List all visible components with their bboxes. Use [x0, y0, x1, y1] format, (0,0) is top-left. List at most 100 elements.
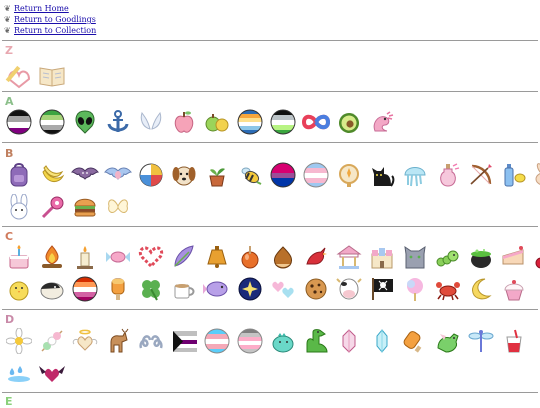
apples-green-yellow-icon[interactable]	[202, 107, 232, 137]
section-b-row-1	[4, 160, 540, 190]
potion-bottle-icon[interactable]	[433, 160, 463, 190]
bunny-face-icon[interactable]	[4, 192, 34, 222]
dango-icon[interactable]	[37, 326, 67, 356]
bi-flag-orb-icon[interactable]	[268, 160, 298, 190]
red-cardinal-icon[interactable]	[301, 242, 331, 272]
bow-arrow-icon[interactable]	[466, 160, 496, 190]
magic-mirror-icon[interactable]	[334, 160, 364, 190]
deer-icon[interactable]	[103, 326, 133, 356]
black-cat-icon[interactable]	[367, 160, 397, 190]
apple-pink-icon[interactable]	[169, 107, 199, 137]
ace-flag-orb-icon[interactable]	[4, 107, 34, 137]
cowbell-icon[interactable]	[202, 242, 232, 272]
candy-apple-icon[interactable]	[235, 242, 265, 272]
section-c-row-1	[4, 242, 540, 272]
castle-icon[interactable]	[367, 242, 397, 272]
cherries-icon[interactable]	[532, 242, 540, 272]
nav-row-goodlings: ❦ Return to Goodlings	[4, 15, 96, 25]
agender-flag-orb-icon[interactable]	[235, 107, 265, 137]
butterfly-wings-icon[interactable]	[103, 192, 133, 222]
divider	[2, 142, 538, 143]
demi-flag-heart-icon[interactable]	[169, 326, 199, 356]
cookie-icon[interactable]	[301, 274, 331, 304]
return-home-link[interactable]: Return Home	[14, 4, 69, 14]
water-drops-icon[interactable]	[4, 358, 34, 388]
daisy-icon[interactable]	[4, 326, 34, 356]
beach-ball-icon[interactable]	[136, 160, 166, 190]
aromantic-flag-orb-icon[interactable]	[268, 107, 298, 137]
open-book-icon[interactable]	[37, 60, 67, 90]
section-d-row-1	[4, 326, 532, 356]
dino-teal-icon[interactable]	[268, 326, 298, 356]
section-d-row-2	[4, 358, 70, 388]
gem-pink-icon[interactable]	[334, 326, 364, 356]
anchor-icon[interactable]	[103, 107, 133, 137]
birthday-cake-icon[interactable]	[4, 242, 34, 272]
clover-icon[interactable]	[136, 274, 166, 304]
demigirl-flag-orb-icon[interactable]	[235, 326, 265, 356]
cauldron-icon[interactable]	[466, 242, 496, 272]
gem-blue-icon[interactable]	[367, 326, 397, 356]
heart-wings-dark-icon[interactable]	[37, 358, 67, 388]
cosmic-orb-icon[interactable]	[235, 274, 265, 304]
aro-flag-orb-icon[interactable]	[37, 107, 67, 137]
bunny-sleeping-icon[interactable]	[532, 160, 540, 190]
dino-green-icon[interactable]	[301, 326, 331, 356]
chickadee-icon[interactable]	[37, 274, 67, 304]
hearts-pastel-icon[interactable]	[268, 274, 298, 304]
nav-links: ❦ Return Home ❦ Return to Goodlings ❦ Re…	[4, 4, 96, 37]
trans-flag-orb-icon[interactable]	[202, 326, 232, 356]
section-letter-c: C	[5, 230, 14, 243]
coffee-cup-icon[interactable]	[169, 274, 199, 304]
ice-pop-icon[interactable]	[103, 274, 133, 304]
jellyfish-icon[interactable]	[400, 160, 430, 190]
burger-icon[interactable]	[70, 192, 100, 222]
crab-icon[interactable]	[433, 274, 463, 304]
chick-icon[interactable]	[4, 274, 34, 304]
ice-pop-orange-icon[interactable]	[400, 326, 430, 356]
section-z-row	[4, 60, 70, 90]
pirate-flag-icon[interactable]	[367, 274, 397, 304]
candle-icon[interactable]	[70, 242, 100, 272]
crescent-moon-icon[interactable]	[466, 274, 496, 304]
chestnut-icon[interactable]	[268, 242, 298, 272]
angel-wings-icon[interactable]	[136, 107, 166, 137]
axolotl-icon[interactable]	[367, 107, 397, 137]
feather-quill-icon[interactable]	[169, 242, 199, 272]
carousel-icon[interactable]	[334, 242, 364, 272]
infinity-rainbow-icon[interactable]	[301, 107, 331, 137]
cotton-candy-icon[interactable]	[400, 274, 430, 304]
dragonfly-icon[interactable]	[466, 326, 496, 356]
cupcake-icon[interactable]	[499, 274, 529, 304]
curly-ribbon-icon[interactable]	[136, 326, 166, 356]
candy-wrapped-icon[interactable]	[103, 242, 133, 272]
pencil-heart-icon[interactable]	[4, 60, 34, 90]
lesbian-flag-orb-icon[interactable]	[70, 274, 100, 304]
fish-purple-icon[interactable]	[202, 274, 232, 304]
bat-blue-pink-icon[interactable]	[103, 160, 133, 190]
campfire-icon[interactable]	[37, 242, 67, 272]
bi-flag-soft-orb-icon[interactable]	[301, 160, 331, 190]
cat-gray-icon[interactable]	[400, 242, 430, 272]
section-letter-d: D	[5, 313, 15, 326]
candy-wand-icon[interactable]	[37, 192, 67, 222]
section-letter-z: Z	[5, 44, 13, 57]
plant-pot-icon[interactable]	[202, 160, 232, 190]
backpack-icon[interactable]	[4, 160, 34, 190]
dog-beagle-icon[interactable]	[169, 160, 199, 190]
cake-slice-icon[interactable]	[499, 242, 529, 272]
bats-icon[interactable]	[70, 160, 100, 190]
cow-face-icon[interactable]	[334, 274, 364, 304]
avocado-icon[interactable]	[334, 107, 364, 137]
drink-cup-red-icon[interactable]	[499, 326, 529, 356]
alien-icon[interactable]	[70, 107, 100, 137]
bee-icon[interactable]	[235, 160, 265, 190]
bananas-icon[interactable]	[37, 160, 67, 190]
angel-heart-icon[interactable]	[70, 326, 100, 356]
bottle-lemon-icon[interactable]	[499, 160, 529, 190]
candy-cane-heart-icon[interactable]	[136, 242, 166, 272]
caterpillar-icon[interactable]	[433, 242, 463, 272]
return-to-collection-link[interactable]: Return to Collection	[14, 26, 96, 36]
return-to-goodlings-link[interactable]: Return to Goodlings	[14, 15, 96, 25]
dragon-green-icon[interactable]	[433, 326, 463, 356]
